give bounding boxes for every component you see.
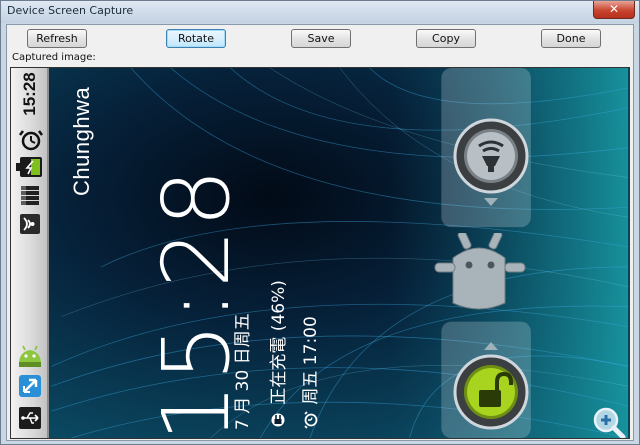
zoom-in-icon[interactable] [591, 406, 627, 439]
alarm-clock-icon [304, 411, 318, 429]
usb-icon [19, 407, 41, 429]
save-button[interactable]: Save [291, 29, 351, 48]
lock-date: 7 月 30 日周五 [233, 313, 253, 430]
window-title: Device Screen Capture [7, 4, 134, 17]
captured-image-label: Captured image: [12, 52, 96, 63]
arrow-up-icon [484, 342, 498, 350]
rotate-button[interactable]: Rotate [166, 29, 226, 48]
close-icon: ✕ [608, 2, 620, 16]
android-market-icon [19, 345, 41, 367]
wifi-icon [20, 214, 40, 234]
sync-icon [19, 375, 41, 397]
capture-window: Device Screen Capture ✕ Refresh Rotate S… [0, 0, 640, 445]
status-time: 15:28 [20, 72, 39, 116]
captured-image: 15:28 Chunghwa 15:28 7 月 30 日周五 正在充電 (46… [10, 67, 630, 439]
status-bar: 15:28 [11, 68, 49, 438]
charging-status: 正在充電 (46%) [264, 280, 289, 430]
battery-charging-icon [16, 157, 42, 177]
refresh-button[interactable]: Refresh [27, 29, 87, 48]
title-bar[interactable]: Device Screen Capture ✕ [1, 1, 639, 23]
copy-button[interactable]: Copy [416, 29, 476, 48]
alarm-icon [19, 130, 43, 151]
signal-icon [21, 186, 39, 205]
carrier-name: Chunghwa [69, 86, 94, 196]
arrow-down-icon [484, 198, 498, 206]
close-button[interactable]: ✕ [593, 1, 635, 19]
charging-text: 正在充電 (46%) [269, 280, 289, 405]
dialog-client-area: Refresh Rotate Save Copy Done Captured i… [6, 24, 634, 441]
android-robot-icon [434, 233, 526, 310]
unlock-icon[interactable] [451, 352, 531, 432]
alarm-text: 周五 17:00 [301, 316, 321, 405]
charging-plug-icon [271, 413, 285, 427]
next-alarm: 周五 17:00 [296, 316, 321, 430]
done-button[interactable]: Done [541, 29, 601, 48]
sound-toggle-icon[interactable] [451, 116, 531, 196]
